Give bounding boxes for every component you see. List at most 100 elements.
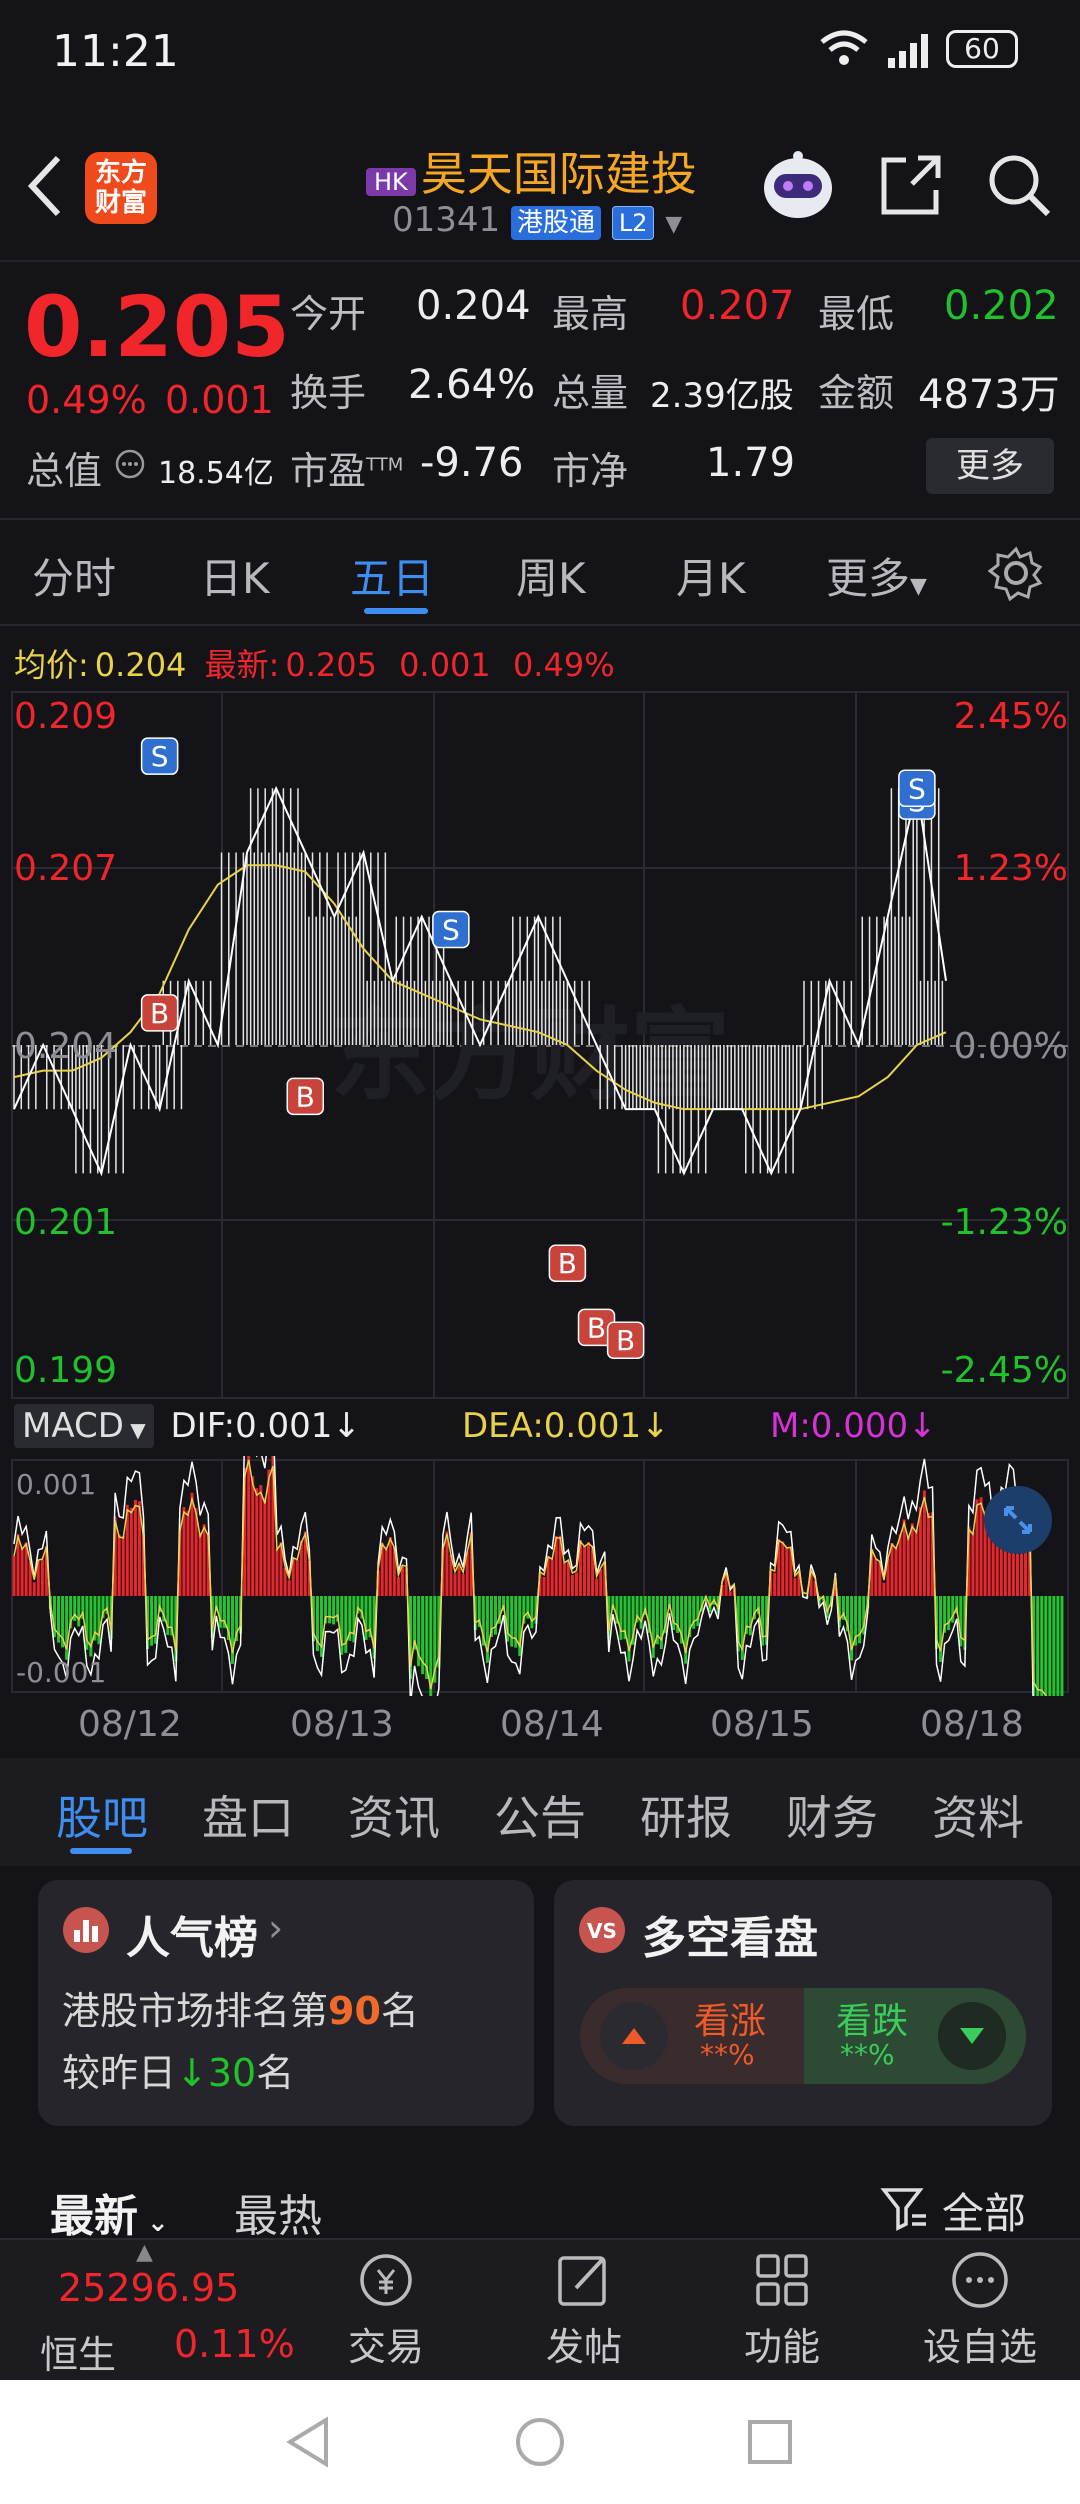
system-nav-bar [0,2380,1080,2504]
tab-profile[interactable]: 资料 [932,1782,1024,1848]
tab-announcements[interactable]: 公告 [494,1782,586,1848]
nav-home-icon[interactable] [512,2414,568,2474]
bull-pct: **% [700,2038,755,2071]
arrow-down-icon: ↓ [176,2051,208,2095]
price-ticks [13,788,944,1174]
y-tick-right-3: -1.23% [940,1202,1068,1243]
nav-function[interactable]: 功能 [718,2248,846,2371]
tab-finance[interactable]: 财务 [786,1782,878,1848]
robot-assistant-icon[interactable] [758,148,838,228]
tab-month-k[interactable]: 月K [676,545,746,606]
mcap-label: 总值 [26,449,103,493]
nav-add-watchlist[interactable]: 设自选 [916,2248,1044,2371]
more-info-icon[interactable] [114,448,146,484]
feed-filter-all[interactable]: 全部 [942,2180,1026,2241]
nav-post-label: 发帖 [545,2325,622,2369]
edit-icon [520,2248,648,2316]
macd-selector[interactable]: MACD ▼ [14,1404,154,1448]
grid-apps-icon [718,2248,846,2316]
filter-icon[interactable] [880,2184,928,2236]
chart-info-line: 均价: 0.204 最新: 0.205 0.001 0.49% [14,640,615,686]
popularity-title: 人气榜 [126,1913,258,1964]
yuan-exchange-icon [322,2248,450,2316]
bull-label[interactable]: 看涨 [694,1992,766,2044]
index-name[interactable]: 恒生 [40,2324,116,2379]
search-icon[interactable] [984,150,1054,224]
vs-icon: VS [578,1906,626,1958]
turnover-label: 换手 [290,371,367,415]
level-tag: L2 [611,206,655,240]
tab-week-k[interactable]: 周K [516,545,586,606]
high-label: 最高 [552,292,629,336]
marker-label: B [296,1080,315,1113]
logo-text-1: 东方 [94,158,147,188]
arrow-down-icon: ↓ [332,1406,361,1446]
turnover-value: 2.64% [408,362,536,408]
app-logo[interactable]: 东方 财富 [85,152,157,224]
rank-line: 港股市场排名第90名 [62,1980,419,2035]
popularity-card[interactable]: 人气榜 › 港股市场排名第90名 较昨日↓30名 [38,1880,534,2126]
index-value[interactable]: 25296.95 [58,2266,239,2310]
back-arrow-icon[interactable] [22,150,70,226]
macd-dea: DEA:0.001 [462,1406,642,1446]
marker-label: B [558,1247,577,1280]
gear-icon[interactable] [987,545,1044,605]
rank-change-line: 较昨日↓30名 [62,2042,294,2097]
nav-recents-icon[interactable] [744,2416,796,2472]
marker-label: S [151,740,169,773]
low-value: 0.202 [944,283,1059,329]
more-button[interactable]: 更多 [926,438,1054,494]
tab-day-k[interactable]: 日K [200,545,270,606]
arrow-down-icon: ↓ [641,1406,670,1446]
bear-label[interactable]: 看跌 [836,1992,908,2044]
x-label-3: 08/15 [710,1704,814,1745]
arrow-down-icon: ↓ [908,1406,937,1446]
tab-pankou[interactable]: 盘口 [202,1782,294,1848]
pe-sup: TTM [366,454,404,476]
tab-research[interactable]: 研报 [640,1782,732,1848]
x-label-2: 08/14 [500,1704,604,1745]
tab-guba[interactable]: 股吧 [56,1782,148,1848]
stock-code-row[interactable]: 01341 港股通 L2 ▼ [392,200,682,240]
feed-latest[interactable]: 最新 ⌄ [50,2180,169,2244]
divider [0,518,1080,520]
macd-bottom-tick: -0.001 [16,1656,107,1689]
rank-change-suffix: 名 [256,2051,295,2095]
battery-icon: 60 [946,30,1018,68]
tab-five-day[interactable]: 五日 [350,545,434,606]
latest-label: 最新: [204,646,280,684]
sentiment-card[interactable]: VS 多空看盘 看涨 **% 看跌 **% [554,1880,1052,2126]
macd-chart[interactable] [0,1456,1080,1696]
wifi-icon [818,26,870,74]
nav-back-icon[interactable] [282,2414,334,2474]
macd-dea-wrap: DEA:0.001↓ [462,1406,670,1446]
y-tick-left-1: 0.207 [14,848,118,889]
bear-button-icon[interactable] [936,2000,1008,2076]
volume-value: 2.39亿股 [650,376,794,416]
y-tick-left-0: 0.209 [14,696,118,737]
tab-more[interactable]: 更多▼ [826,545,927,606]
latest-value: 0.205 [285,646,377,684]
stock-title[interactable]: HK 昊天国际建投 [366,138,697,204]
stock-code: 01341 [392,200,501,240]
high-value: 0.207 [680,283,795,329]
nav-trade[interactable]: 交易 [322,2248,450,2371]
index-change-pct[interactable]: 0.11% [174,2322,295,2366]
expand-icon[interactable] [982,1484,1054,1560]
active-tab-indicator [70,1848,132,1854]
status-bar: 11:21 60 [0,0,1080,110]
tab-fenshi[interactable]: 分时 [32,545,116,606]
feed-latest-label: 最新 [50,2191,138,2242]
price-chart[interactable]: 东方财富 SBBSBBBSS [0,690,1080,1400]
low-label: 最低 [818,292,895,336]
y-tick-left-4: 0.199 [14,1350,118,1391]
nav-post[interactable]: 发帖 [520,2248,648,2371]
active-tab-indicator [364,608,428,614]
share-icon[interactable] [876,150,946,224]
feed-hot[interactable]: 最热 [234,2180,322,2244]
tab-news[interactable]: 资讯 [348,1782,440,1848]
open-label: 今开 [290,292,367,336]
bull-button-icon[interactable] [598,2000,670,2076]
price-line [13,785,947,1177]
macd-header: MACD ▼ DIF:0.001↓ [14,1404,361,1448]
